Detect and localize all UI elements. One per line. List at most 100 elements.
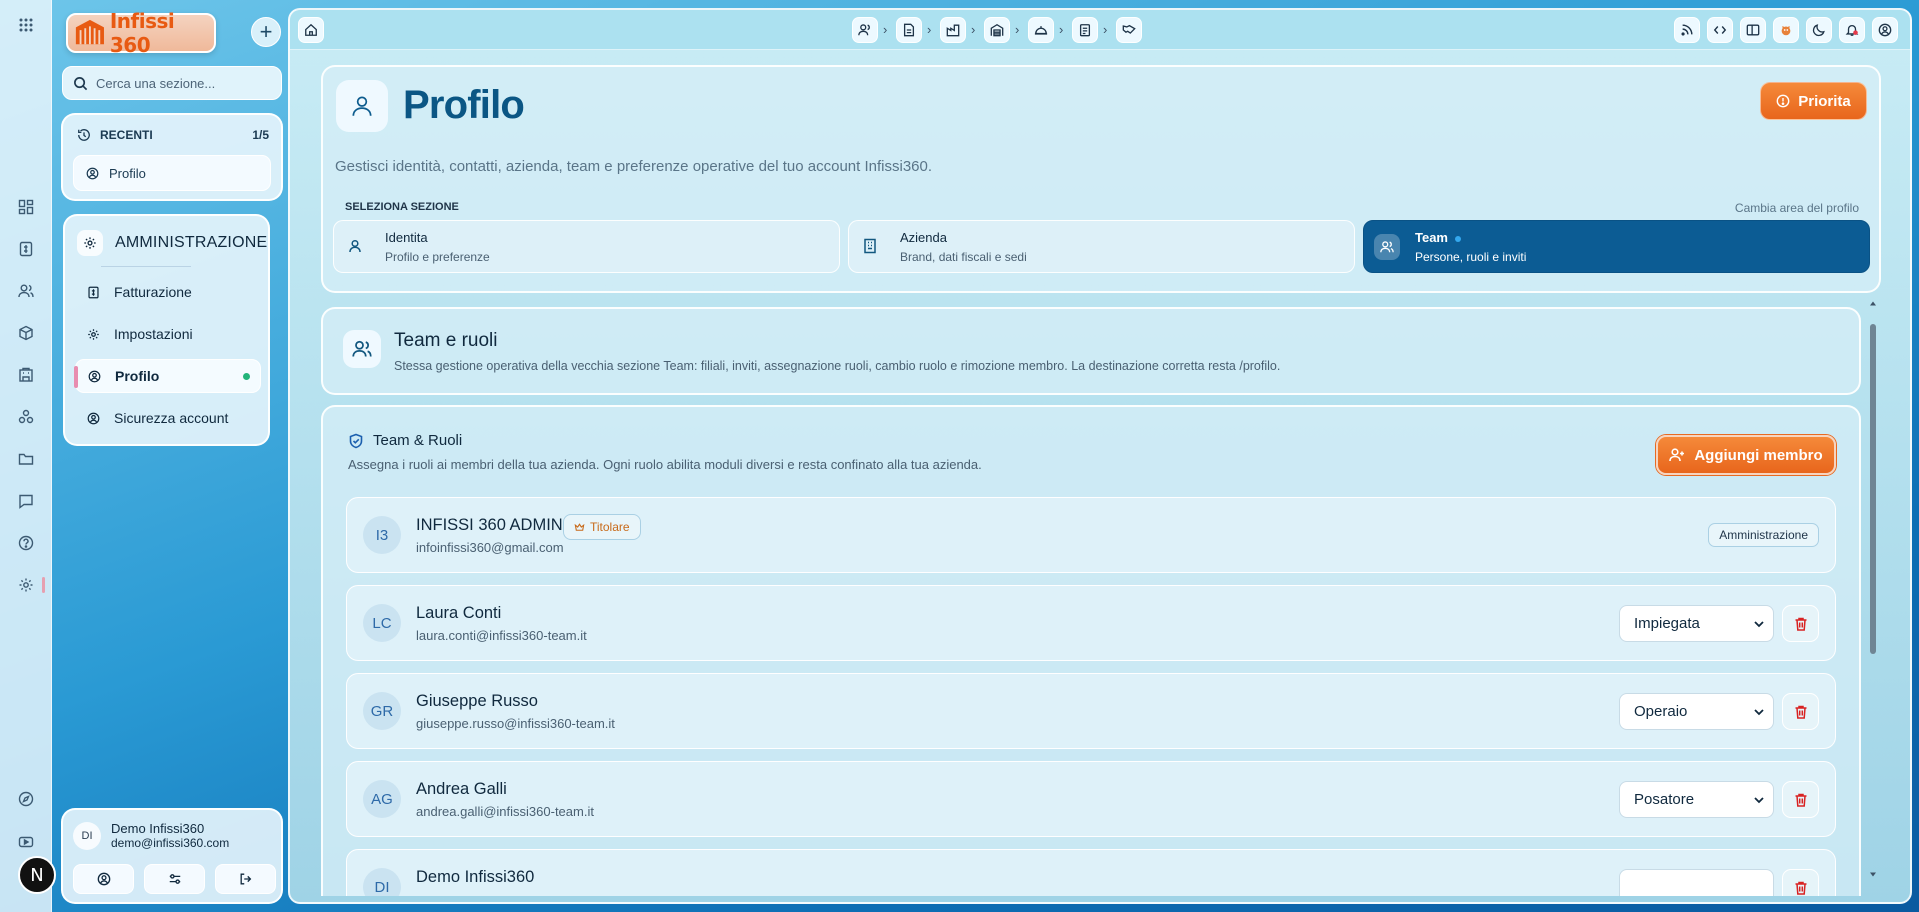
video-icon[interactable] bbox=[15, 831, 37, 853]
sidebar-item-label: Impostazioni bbox=[114, 326, 193, 342]
member-avatar: AG bbox=[363, 780, 401, 818]
chat-icon[interactable] bbox=[15, 490, 37, 512]
sidebar-item-sicurezza[interactable]: Sicurezza account bbox=[75, 401, 261, 435]
page-description: Gestisci identità, contatti, azienda, te… bbox=[335, 158, 933, 175]
layout-button[interactable] bbox=[1740, 17, 1766, 43]
user-circle-icon bbox=[88, 370, 101, 383]
feed-button[interactable] bbox=[1674, 17, 1700, 43]
member-row: GR Giuseppe Russo giuseppe.russo@infissi… bbox=[346, 673, 1836, 749]
clipboard-icon bbox=[1078, 23, 1092, 37]
breadcrumb-handshake[interactable] bbox=[1116, 17, 1142, 43]
user-circle-icon bbox=[87, 412, 100, 425]
box-icon[interactable] bbox=[15, 322, 37, 344]
main-panel: › › › › › › Profilo Priorita Gestisci id… bbox=[288, 8, 1912, 904]
sidebar-search[interactable] bbox=[62, 66, 282, 100]
code-button[interactable] bbox=[1707, 17, 1733, 43]
owner-badge: Titolare bbox=[563, 514, 641, 540]
tab-identita[interactable]: Identita Profilo e preferenze bbox=[333, 220, 840, 273]
tab-team[interactable]: Team Persone, ruoli e inviti bbox=[1363, 220, 1870, 273]
role-select-value: Impiegata bbox=[1634, 615, 1700, 632]
user-name: Demo Infissi360 bbox=[111, 821, 205, 836]
preferences-button[interactable] bbox=[144, 864, 205, 894]
breadcrumb-orders[interactable] bbox=[1072, 17, 1098, 43]
account-button[interactable] bbox=[73, 864, 134, 894]
mascot-button[interactable] bbox=[1773, 17, 1799, 43]
team-card-header: Team & Ruoli bbox=[348, 432, 462, 449]
breadcrumb-warehouse[interactable] bbox=[984, 17, 1010, 43]
content-scrollbar[interactable] bbox=[1866, 298, 1880, 882]
logout-button[interactable] bbox=[215, 864, 276, 894]
document-icon bbox=[902, 23, 916, 37]
home-button[interactable] bbox=[298, 17, 324, 43]
gear-icon bbox=[87, 328, 100, 341]
active-dot bbox=[243, 372, 250, 380]
apps-grid-icon[interactable] bbox=[15, 14, 37, 36]
sidebar-item-fatturazione[interactable]: Fatturazione bbox=[75, 275, 261, 309]
breadcrumb-clients[interactable] bbox=[852, 17, 878, 43]
helmet-icon bbox=[1034, 23, 1048, 37]
app-logo[interactable]: Infissi 360 bbox=[66, 9, 216, 57]
user-circle-icon bbox=[1878, 23, 1892, 37]
profile-header-card: Profilo Priorita Gestisci identità, cont… bbox=[321, 65, 1881, 293]
tab-subtitle: Profilo e preferenze bbox=[385, 250, 490, 264]
recent-item-profilo[interactable]: Profilo bbox=[73, 155, 271, 191]
user-email: demo@infissi360.com bbox=[111, 836, 230, 850]
role-select[interactable] bbox=[1619, 869, 1774, 896]
compass-icon[interactable] bbox=[15, 788, 37, 810]
breadcrumb-production[interactable] bbox=[940, 17, 966, 43]
integrations-icon[interactable] bbox=[15, 406, 37, 428]
member-row: I3 INFISSI 360 ADMIN Titolare infoinfiss… bbox=[346, 497, 1836, 573]
content-scroll-area[interactable]: Team e ruoli Stessa gestione operativa d… bbox=[321, 298, 1881, 896]
team-section-header: Team e ruoli Stessa gestione operativa d… bbox=[321, 307, 1861, 395]
remove-member-button[interactable] bbox=[1782, 869, 1819, 896]
mascot-icon bbox=[1779, 23, 1793, 37]
sidebar-item-label: Profilo bbox=[115, 368, 160, 384]
scrollbar-thumb[interactable] bbox=[1870, 324, 1876, 654]
scroll-up-icon[interactable] bbox=[1869, 300, 1877, 308]
role-select[interactable]: Operaio bbox=[1619, 693, 1774, 730]
tab-azienda[interactable]: Azienda Brand, dati fiscali e sedi bbox=[848, 220, 1355, 273]
users-icon bbox=[858, 23, 872, 37]
settings-icon[interactable] bbox=[15, 574, 45, 596]
notifications-button[interactable] bbox=[1839, 17, 1865, 43]
add-member-button[interactable]: Aggiungi membro bbox=[1656, 435, 1836, 475]
remove-member-button[interactable] bbox=[1782, 781, 1819, 818]
top-bar: › › › › › › bbox=[290, 10, 1910, 50]
alert-circle-icon bbox=[1776, 94, 1790, 108]
theme-button[interactable] bbox=[1806, 17, 1832, 43]
remove-member-button[interactable] bbox=[1782, 605, 1819, 642]
tab-title: Identita bbox=[385, 230, 428, 245]
remove-member-button[interactable] bbox=[1782, 693, 1819, 730]
chevron-down-icon bbox=[1753, 706, 1765, 718]
member-avatar: GR bbox=[363, 692, 401, 730]
invoice-icon[interactable] bbox=[15, 238, 37, 260]
team-section-description: Stessa gestione operativa della vecchia … bbox=[394, 359, 1281, 373]
role-select[interactable]: Impiegata bbox=[1619, 605, 1774, 642]
sidebar-item-label: Fatturazione bbox=[114, 284, 192, 300]
trash-icon bbox=[1793, 704, 1809, 720]
user-card: DI Demo Infissi360 demo@infissi360.com bbox=[61, 808, 283, 904]
priority-button[interactable]: Priorita bbox=[1760, 82, 1867, 120]
folder-icon[interactable] bbox=[15, 448, 37, 470]
sidebar-item-impostazioni[interactable]: Impostazioni bbox=[75, 317, 261, 351]
team-section-title: Team e ruoli bbox=[394, 330, 498, 351]
admin-card: AMMINISTRAZIONE Fatturazione Impostazion… bbox=[63, 214, 270, 446]
breadcrumb-documents[interactable] bbox=[896, 17, 922, 43]
admin-header: AMMINISTRAZIONE bbox=[77, 230, 267, 256]
search-input[interactable] bbox=[96, 75, 276, 91]
n-badge[interactable]: N bbox=[18, 856, 56, 894]
new-button[interactable]: + bbox=[251, 17, 281, 47]
scroll-down-icon[interactable] bbox=[1869, 870, 1877, 878]
trash-icon bbox=[1793, 792, 1809, 808]
priority-label: Priorita bbox=[1798, 92, 1851, 110]
handshake-icon bbox=[1122, 23, 1136, 37]
profile-menu-button[interactable] bbox=[1872, 17, 1898, 43]
breadcrumb-installation[interactable] bbox=[1028, 17, 1054, 43]
users-icon-box bbox=[343, 330, 381, 368]
role-select[interactable]: Posatore bbox=[1619, 781, 1774, 818]
building-icon[interactable] bbox=[15, 364, 37, 386]
users-icon[interactable] bbox=[15, 280, 37, 302]
dashboard-icon[interactable] bbox=[15, 196, 37, 218]
sidebar-item-profilo[interactable]: Profilo bbox=[74, 359, 261, 393]
help-icon[interactable] bbox=[15, 532, 37, 554]
